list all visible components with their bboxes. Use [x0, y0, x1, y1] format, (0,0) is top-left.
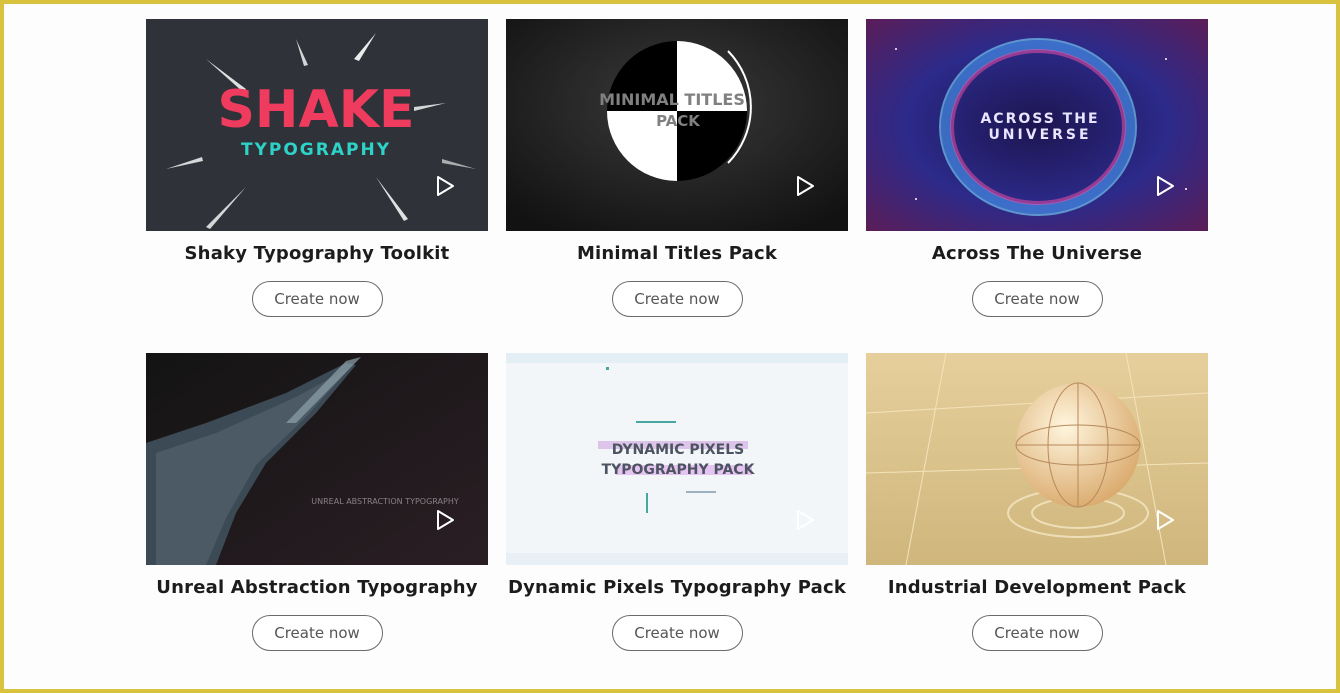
thumb-title-text: DYNAMIC PIXELS: [612, 442, 744, 458]
template-title: Unreal Abstraction Typography: [156, 577, 478, 598]
create-now-button[interactable]: Create now: [971, 615, 1103, 651]
thumb-subtitle-text: UNIVERSE: [988, 127, 1091, 143]
thumb-title-text: SHAKE: [217, 80, 414, 140]
video-thumbnail[interactable]: DYNAMIC PIXELS TYPOGRAPHY PACK: [506, 353, 848, 565]
thumb-title-text: MINIMAL TITLES: [599, 90, 745, 109]
thumb-title-text: UNREAL ABSTRACTION TYPOGRAPHY: [311, 497, 459, 506]
template-card-unreal-abstraction: UNREAL ABSTRACTION TYPOGRAPHY Unreal Abs…: [146, 353, 488, 653]
video-thumbnail[interactable]: [866, 353, 1208, 565]
template-title: Industrial Development Pack: [887, 577, 1187, 598]
thumb-subtitle-text: PACK: [656, 112, 701, 130]
template-title: Across The Universe: [931, 243, 1143, 264]
create-now-button[interactable]: Create now: [611, 615, 743, 651]
thumbnail-art: [866, 353, 1208, 565]
thumb-subtitle-text: TYPOGRAPHY: [241, 140, 391, 160]
play-icon[interactable]: [794, 175, 816, 197]
video-thumbnail[interactable]: MINIMAL TITLES PACK: [506, 19, 848, 231]
thumbnail-art: UNREAL ABSTRACTION TYPOGRAPHY: [146, 353, 488, 565]
template-card-across-the-universe: ACROSS THE UNIVERSE Across The Universe …: [866, 19, 1208, 319]
thumb-title-text: ACROSS THE: [980, 111, 1099, 127]
template-grid: SHAKE TYPOGRAPHY Shaky Typography Toolki…: [146, 19, 1208, 653]
create-now-button[interactable]: Create now: [611, 281, 743, 317]
thumbnail-art: SHAKE TYPOGRAPHY: [146, 19, 488, 231]
play-icon[interactable]: [434, 509, 456, 531]
template-card-shaky-typography: SHAKE TYPOGRAPHY Shaky Typography Toolki…: [146, 19, 488, 319]
video-thumbnail[interactable]: UNREAL ABSTRACTION TYPOGRAPHY: [146, 353, 488, 565]
play-icon[interactable]: [1154, 175, 1176, 197]
video-thumbnail[interactable]: ACROSS THE UNIVERSE: [866, 19, 1208, 231]
video-thumbnail[interactable]: SHAKE TYPOGRAPHY: [146, 19, 488, 231]
thumbnail-art: DYNAMIC PIXELS TYPOGRAPHY PACK: [506, 353, 848, 565]
template-title: Shaky Typography Toolkit: [184, 243, 450, 264]
play-icon[interactable]: [794, 509, 816, 531]
thumb-subtitle-text: TYPOGRAPHY PACK: [602, 462, 756, 478]
template-card-dynamic-pixels: DYNAMIC PIXELS TYPOGRAPHY PACK Dynamic P…: [506, 353, 848, 653]
create-now-button[interactable]: Create now: [971, 281, 1103, 317]
play-icon[interactable]: [434, 175, 456, 197]
template-card-industrial-development: Industrial Development Pack Create now: [866, 353, 1208, 653]
create-now-button[interactable]: Create now: [251, 281, 383, 317]
play-icon[interactable]: [1154, 509, 1176, 531]
template-card-minimal-titles: MINIMAL TITLES PACK Minimal Titles Pack …: [506, 19, 848, 319]
create-now-button[interactable]: Create now: [251, 615, 383, 651]
template-title: Minimal Titles Pack: [576, 243, 778, 264]
thumbnail-art: MINIMAL TITLES PACK: [506, 19, 848, 231]
page-frame: SHAKE TYPOGRAPHY Shaky Typography Toolki…: [0, 0, 1340, 693]
template-title: Dynamic Pixels Typography Pack: [507, 577, 847, 598]
thumbnail-art: ACROSS THE UNIVERSE: [866, 19, 1208, 231]
